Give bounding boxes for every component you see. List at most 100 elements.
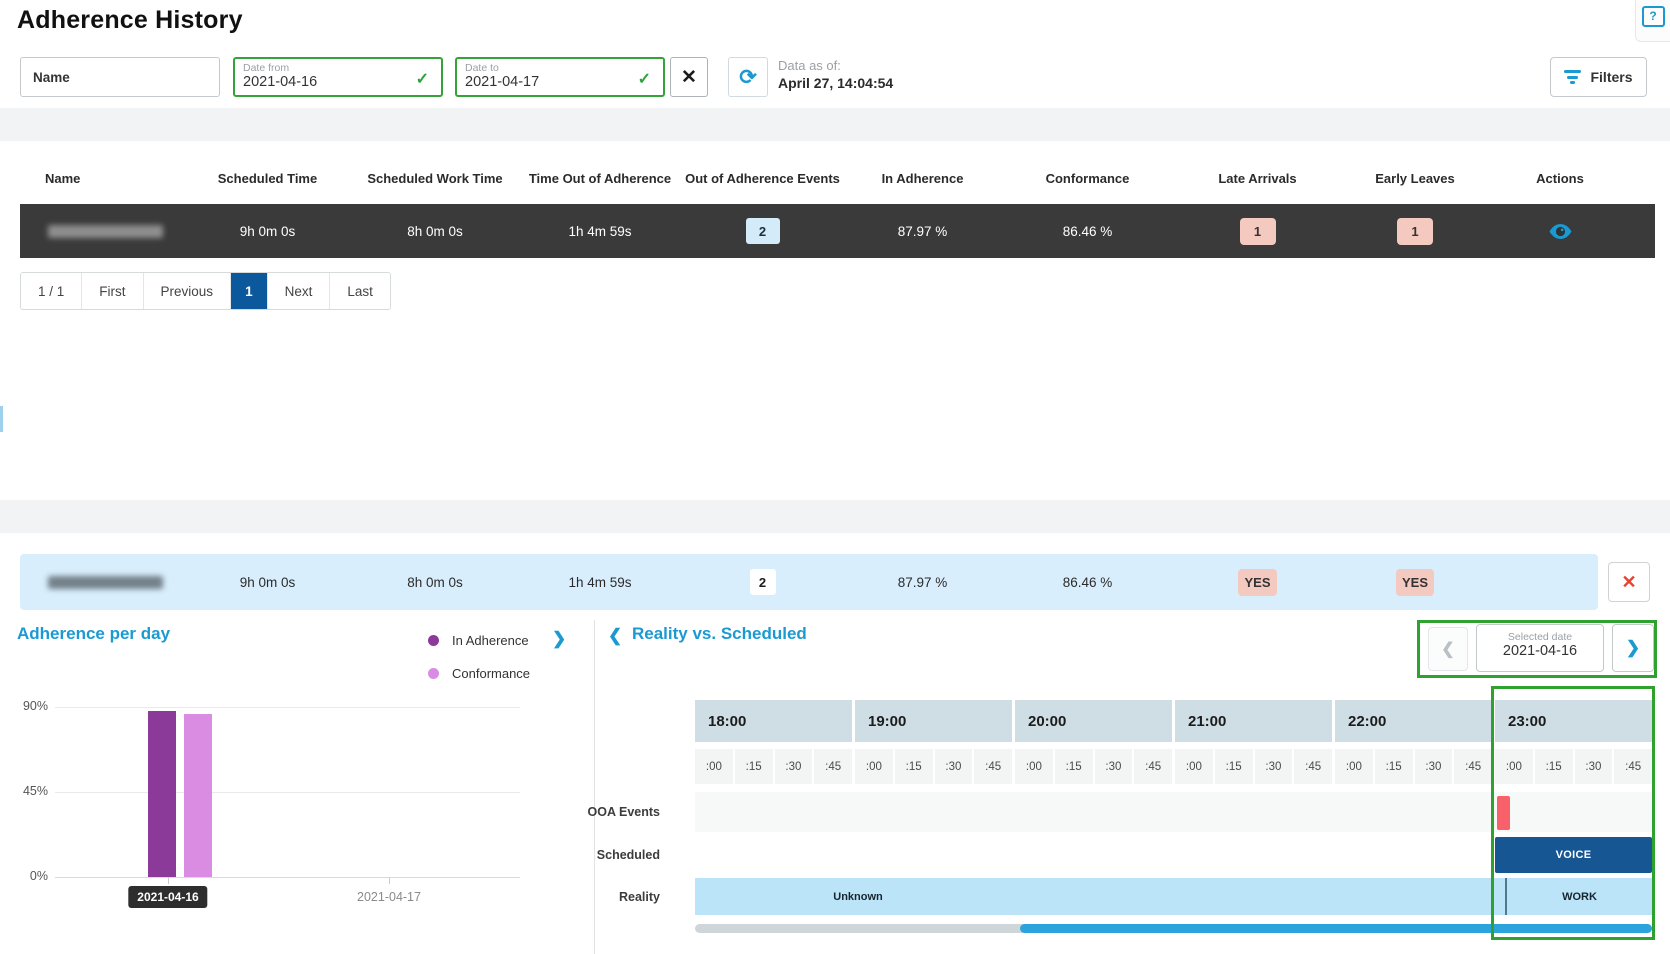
pagination-next[interactable]: Next — [268, 273, 331, 309]
column-header-conformance[interactable]: Conformance — [1000, 140, 1175, 200]
quarter-tick-23:00:30: :30 — [1575, 749, 1613, 784]
date-to-value: 2021-04-17 — [465, 74, 655, 91]
quarter-tick-23:00:45: :45 — [1614, 749, 1652, 784]
pagination-summary: 1 / 1 — [21, 273, 82, 309]
late-arrivals-badge: 1 — [1240, 218, 1276, 245]
chevron-right-icon: ❯ — [1626, 638, 1640, 658]
timeline-scrollbar-track[interactable] — [695, 924, 1652, 933]
detail-cell-scheduled-time: 9h 0m 0s — [185, 554, 350, 610]
reality-block-work[interactable]: WORK — [1507, 878, 1652, 915]
back-chevron-icon[interactable]: ❮ — [608, 626, 622, 646]
date-to-valid-icon: ✓ — [638, 69, 651, 89]
column-header-in-adherence[interactable]: In Adherence — [845, 140, 1000, 200]
table-header: Name Scheduled Time Scheduled Work Time … — [20, 140, 1655, 200]
ooa-events-row-label: OOA Events — [560, 805, 660, 819]
scheduled-block-voice[interactable]: VOICE — [1495, 837, 1652, 873]
refresh-button[interactable]: ⟳ — [728, 57, 768, 97]
pagination-page-1[interactable]: 1 — [231, 273, 268, 309]
close-icon: ✕ — [1621, 572, 1636, 593]
column-header-scheduled-work-time[interactable]: Scheduled Work Time — [350, 140, 520, 200]
clear-filters-button[interactable]: ✕ — [670, 57, 708, 97]
reality-vs-scheduled-title: Reality vs. Scheduled — [632, 624, 807, 644]
date-from-label: Date from — [243, 62, 433, 74]
quarter-tick-21:00:30: :30 — [1255, 749, 1293, 784]
quarter-group-23:00: :00:15:30:45 — [1495, 749, 1652, 784]
detail-cell-late-arrivals: YES — [1175, 554, 1340, 610]
date-to-input[interactable]: Date to 2021-04-17 ✓ — [455, 57, 665, 97]
quarter-tick-18:00:00: :00 — [695, 749, 733, 784]
quarter-tick-22:00:00: :00 — [1335, 749, 1373, 784]
quarter-tick-20:00:15: :15 — [1055, 749, 1093, 784]
column-header-late-arrivals[interactable]: Late Arrivals — [1175, 140, 1340, 200]
cell-ooa-events: 2 — [680, 204, 845, 258]
name-filter-input[interactable] — [20, 57, 220, 97]
detail-cell-early-leaves: YES — [1340, 554, 1490, 610]
hour-header-22:00: 22:00 — [1335, 700, 1492, 742]
data-as-of-label: Data as of: — [778, 58, 893, 73]
reality-block-unknown[interactable]: Unknown — [813, 878, 903, 915]
hour-header-20:00: 20:00 — [1015, 700, 1172, 742]
table-row[interactable]: 9h 0m 0s 8h 0m 0s 1h 4m 59s 2 87.97 % 86… — [20, 204, 1655, 258]
y-tick-0: 0% — [10, 869, 48, 883]
y-tick-45: 45% — [10, 784, 48, 798]
column-header-time-out-of-adherence[interactable]: Time Out of Adherence — [520, 140, 680, 200]
gridline-45 — [55, 792, 520, 793]
detail-cell-ooa-events: 2 — [680, 554, 845, 610]
quarter-tick-21:00:00: :00 — [1175, 749, 1213, 784]
gridline-90 — [55, 707, 520, 708]
ooa-events-track — [695, 792, 1652, 832]
x-label-selected-date[interactable]: 2021-04-16 — [128, 886, 207, 908]
column-header-name[interactable]: Name — [20, 140, 185, 200]
detail-cell-actions — [1490, 554, 1598, 610]
data-as-of-value: April 27, 14:04:54 — [778, 75, 893, 91]
x-label-date[interactable]: 2021-04-17 — [357, 890, 421, 904]
cell-early-leaves: 1 — [1340, 204, 1490, 258]
date-from-input[interactable]: Date from 2021-04-16 ✓ — [233, 57, 443, 97]
view-details-button[interactable] — [1548, 222, 1573, 241]
cell-conformance: 86.46 % — [1000, 204, 1175, 258]
filters-button[interactable]: Filters — [1550, 57, 1647, 97]
quarter-tick-19:00:15: :15 — [895, 749, 933, 784]
late-arrival-flag: YES — [1238, 569, 1276, 596]
quarter-tick-22:00:30: :30 — [1415, 749, 1453, 784]
pagination-last[interactable]: Last — [330, 273, 390, 309]
bar-in-adherence-2021-04-16[interactable] — [148, 711, 176, 877]
pagination-first[interactable]: First — [82, 273, 143, 309]
column-header-early-leaves[interactable]: Early Leaves — [1340, 140, 1490, 200]
detail-cell-name — [20, 554, 185, 610]
quarter-tick-20:00:45: :45 — [1134, 749, 1172, 784]
quarter-tick-22:00:15: :15 — [1375, 749, 1413, 784]
column-header-ooa-events[interactable]: Out of Adherence Events — [680, 140, 845, 200]
help-button[interactable]: ? — [1635, 0, 1670, 42]
cell-scheduled-work-time: 8h 0m 0s — [350, 204, 520, 258]
expand-adherence-panel-button[interactable]: ❯ — [552, 629, 566, 649]
filter-icon — [1564, 70, 1581, 84]
quarter-tick-18:00:30: :30 — [775, 749, 813, 784]
quarter-tick-23:00:00: :00 — [1495, 749, 1533, 784]
close-detail-button[interactable]: ✕ — [1608, 562, 1650, 602]
ooa-events-badge: 2 — [746, 218, 780, 244]
hour-header-18:00: 18:00 — [695, 700, 852, 742]
bar-conformance-2021-04-16[interactable] — [184, 714, 212, 877]
detail-cell-conformance: 86.46 % — [1000, 554, 1175, 610]
previous-date-button[interactable]: ❮ — [1428, 627, 1468, 671]
quarter-tick-20:00:30: :30 — [1095, 749, 1133, 784]
reality-row-label: Reality — [560, 890, 660, 904]
ooa-event-marker[interactable] — [1497, 796, 1510, 830]
help-icon: ? — [1642, 6, 1665, 27]
in-adherence-legend-dot — [428, 635, 439, 646]
selected-date-value: 2021-04-16 — [1477, 643, 1603, 660]
next-date-button[interactable]: ❯ — [1612, 624, 1654, 672]
quarter-tick-21:00:45: :45 — [1294, 749, 1332, 784]
timeline-hour-row: 18:0019:0020:0021:0022:0023:00 — [695, 700, 1652, 742]
column-header-actions: Actions — [1490, 140, 1630, 200]
filters-button-label: Filters — [1590, 69, 1632, 85]
in-adherence-legend-label: In Adherence — [452, 633, 529, 648]
selected-date-input[interactable]: Selected date 2021-04-16 — [1476, 624, 1604, 672]
timeline-scrollbar-thumb[interactable] — [1020, 924, 1652, 933]
column-header-scheduled-time[interactable]: Scheduled Time — [185, 140, 350, 200]
quarter-tick-23:00:15: :15 — [1535, 749, 1573, 784]
quarter-tick-19:00:45: :45 — [974, 749, 1012, 784]
adherence-history-page: Adherence History ? Date from 2021-04-16… — [0, 0, 1670, 954]
pagination-previous[interactable]: Previous — [144, 273, 232, 309]
